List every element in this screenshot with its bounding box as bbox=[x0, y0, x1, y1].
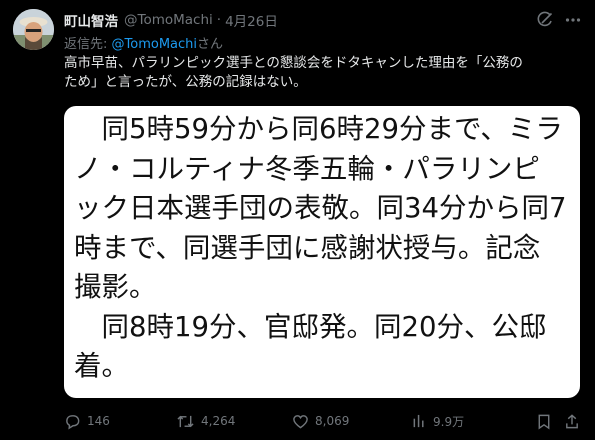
tweet-text: 高市早苗、パラリンピック選手との懇談会をドタキャンした理由を「公務の ため」と言… bbox=[64, 54, 584, 92]
tweet-text-line: 高市早苗、パラリンピック選手との懇談会をドタキャンした理由を「公務の bbox=[64, 55, 523, 71]
share-icon bbox=[566, 413, 578, 428]
like-button[interactable]: 8,069 bbox=[292, 413, 349, 430]
tweet-header: 町山智浩 @TomoMachi · 4月26日 bbox=[64, 10, 278, 30]
like-count: 8,069 bbox=[315, 414, 350, 428]
media-text-line: 同8時19分、官邸発。同20分、公邸 bbox=[74, 310, 547, 343]
media-text-line: 同5時59分から同6時29分まで、ミラ bbox=[74, 113, 563, 145]
views-button[interactable]: 9.9万 bbox=[412, 413, 464, 430]
reply-button[interactable]: 146 bbox=[64, 413, 110, 430]
action-bar: 146 4,264 8,069 9.9万 bbox=[64, 410, 584, 432]
share-button[interactable] bbox=[564, 413, 586, 430]
media-image[interactable]: 同5時59分から同6時29分まで、ミラ ノ・コルティナ冬季五輪・パラリンピ ック… bbox=[64, 106, 580, 398]
repost-count: 4,264 bbox=[201, 414, 236, 428]
media-text-line: 時まで、同選手団に感謝状授与。記念 bbox=[74, 231, 541, 264]
media-text-line: ック日本選手団の表敬。同34分から同7 bbox=[74, 192, 567, 224]
media-text-line: 撮影。 bbox=[74, 271, 157, 303]
reply-prefix: 返信先: bbox=[64, 37, 112, 52]
handle[interactable]: @TomoMachi bbox=[124, 12, 213, 28]
reply-suffix: さん bbox=[197, 37, 224, 52]
repost-icon bbox=[177, 415, 194, 427]
tweet-text-line: ため」と言ったが、公務の記録はない。 bbox=[64, 74, 307, 90]
reply-context: 返信先: @TomoMachiさん bbox=[64, 33, 223, 52]
reply-icon bbox=[66, 414, 80, 429]
avatar[interactable] bbox=[13, 9, 54, 50]
bookmark-icon bbox=[538, 414, 550, 429]
repost-button[interactable]: 4,264 bbox=[176, 413, 235, 430]
reply-mention-link[interactable]: @TomoMachi bbox=[112, 37, 197, 52]
like-icon bbox=[293, 414, 308, 429]
reply-count: 146 bbox=[87, 414, 110, 428]
post-date[interactable]: 4月26日 bbox=[225, 10, 278, 30]
bookmark-button[interactable] bbox=[536, 413, 558, 430]
separator: · bbox=[216, 12, 222, 28]
media-text-line: ノ・コルティナ冬季五輪・パラリンピ bbox=[74, 152, 540, 185]
views-icon bbox=[413, 414, 424, 427]
media-text: 同5時59分から同6時29分まで、ミラ ノ・コルティナ冬季五輪・パラリンピ ック… bbox=[74, 110, 576, 387]
media-text-line: 着。 bbox=[74, 350, 129, 382]
more-icon[interactable] bbox=[562, 9, 584, 31]
display-name[interactable]: 町山智浩 bbox=[64, 10, 118, 30]
grok-icon[interactable] bbox=[534, 9, 556, 31]
views-count: 9.9万 bbox=[433, 414, 465, 429]
